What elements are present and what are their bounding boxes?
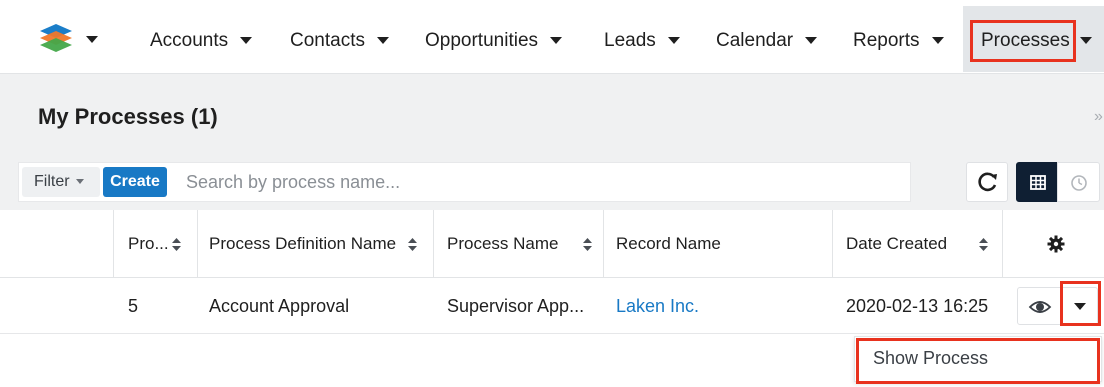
nav-item-label: Contacts — [290, 30, 365, 51]
chevron-down-icon[interactable] — [931, 37, 944, 45]
collapse-panel-icon[interactable]: » — [1094, 108, 1103, 126]
column-header-process-name[interactable]: Process Name — [447, 210, 601, 278]
chevron-down-icon[interactable] — [667, 37, 680, 45]
sort-icon[interactable] — [583, 238, 592, 251]
nav-item-label: Reports — [853, 30, 920, 51]
filter-button[interactable]: Filter — [22, 167, 100, 197]
nav-item-contacts[interactable]: Contacts — [290, 29, 389, 53]
column-divider — [433, 210, 434, 278]
column-header-process-id[interactable]: Pro... — [128, 210, 198, 278]
refresh-button[interactable] — [966, 162, 1008, 202]
nav-item-accounts[interactable]: Accounts — [150, 29, 253, 53]
chevron-down-icon[interactable] — [376, 37, 389, 45]
column-header-label: Date Created — [846, 234, 948, 253]
column-header-definition[interactable]: Process Definition Name — [209, 210, 431, 278]
row-divider — [0, 333, 1104, 334]
column-divider — [113, 210, 114, 278]
column-divider — [1002, 210, 1003, 278]
column-divider — [197, 210, 198, 278]
column-header-date-created[interactable]: Date Created — [846, 210, 996, 278]
highlight-box-row-dropdown — [1060, 281, 1101, 326]
nav-item-label: Calendar — [716, 30, 794, 51]
refresh-icon — [978, 172, 997, 192]
highlight-box-processes — [970, 20, 1076, 62]
sort-icon[interactable] — [979, 238, 988, 251]
column-header-label: Process Definition Name — [209, 234, 397, 253]
gear-icon[interactable] — [1047, 235, 1065, 253]
activity-stream-button[interactable] — [1057, 162, 1100, 202]
eye-icon — [1028, 301, 1052, 313]
search-input[interactable] — [178, 168, 898, 196]
create-button[interactable]: Create — [103, 167, 167, 197]
column-header-label: Record Name — [616, 234, 721, 253]
nav-item-label: Opportunities — [425, 30, 539, 51]
page-title: My Processes (1) — [38, 104, 218, 129]
chevron-down-icon[interactable] — [805, 37, 818, 45]
column-divider — [603, 210, 604, 278]
chevron-down-icon[interactable] — [240, 37, 253, 45]
cell-process-id: 5 — [128, 296, 139, 316]
nav-item-opportunities[interactable]: Opportunities — [425, 29, 563, 53]
cell-process-name: Supervisor App... — [447, 296, 585, 316]
clock-icon — [1071, 175, 1087, 191]
column-header-label: Process Name — [447, 234, 559, 253]
logo-menu-chevron-icon[interactable] — [86, 36, 98, 43]
nav-item-label: Accounts — [150, 30, 229, 51]
preview-button[interactable] — [1017, 287, 1061, 325]
nav-item-calendar[interactable]: Calendar — [716, 29, 818, 53]
list-view-button[interactable] — [1016, 162, 1058, 202]
nav-item-label: Leads — [604, 30, 656, 51]
cell-date-created: 2020-02-13 16:25 — [846, 296, 989, 316]
table-icon — [1030, 175, 1046, 190]
highlight-box-show-process — [856, 338, 1100, 384]
chevron-down-icon — [75, 179, 84, 185]
layers-logo-icon[interactable] — [38, 22, 74, 56]
chevron-down-icon[interactable] — [550, 37, 563, 45]
nav-item-reports[interactable]: Reports — [853, 29, 944, 53]
chevron-down-icon[interactable] — [1079, 37, 1092, 45]
column-header-label: Pro... — [128, 234, 169, 253]
sort-icon[interactable] — [408, 238, 417, 251]
column-divider — [832, 210, 833, 278]
filter-button-label: Filter — [34, 173, 70, 190]
nav-item-leads[interactable]: Leads — [604, 29, 680, 53]
sort-icon[interactable] — [172, 238, 181, 251]
column-header-record-name: Record Name — [616, 210, 816, 278]
record-name-link[interactable]: Laken Inc. — [616, 292, 699, 320]
cell-definition-name: Account Approval — [209, 296, 350, 316]
